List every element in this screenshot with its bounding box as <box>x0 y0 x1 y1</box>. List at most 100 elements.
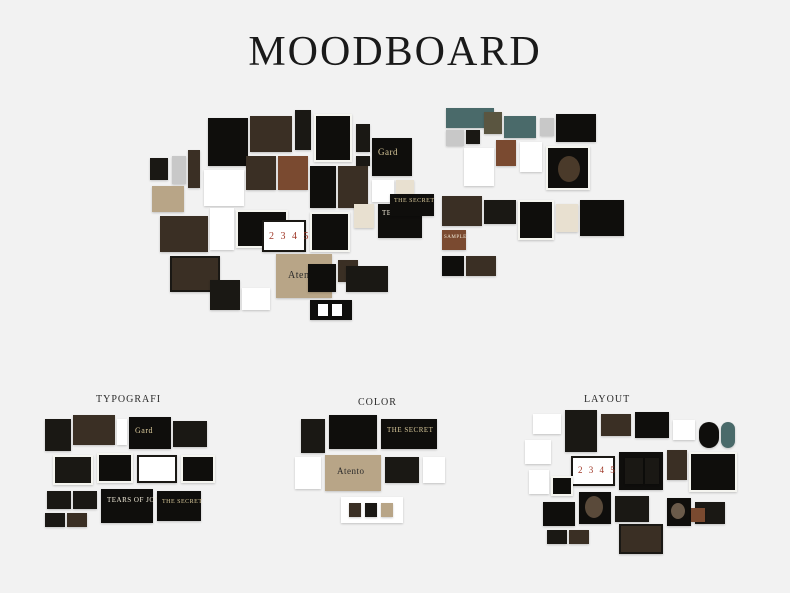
tile-label: Gard <box>135 427 153 436</box>
tile <box>466 130 480 144</box>
tile <box>310 166 336 208</box>
tile-secret: THE SECRET <box>157 491 201 521</box>
tile-text: TEARS OF JOY <box>107 497 160 505</box>
tile <box>540 118 554 136</box>
tile-text: SAMPLE <box>444 235 467 241</box>
tile <box>673 420 695 440</box>
tile <box>210 208 234 250</box>
tile <box>484 200 516 224</box>
tile <box>442 256 464 276</box>
tile <box>464 148 494 186</box>
tile <box>308 264 336 292</box>
tile <box>152 186 184 212</box>
oval <box>585 496 603 518</box>
tile-text: Atento <box>337 467 365 477</box>
tile <box>721 422 735 448</box>
layout-collage: 2 3 4 5 <box>525 410 745 560</box>
tile-sample: SAMPLE <box>442 230 466 250</box>
tile-secret: THE SECRET <box>390 194 434 216</box>
tile <box>691 508 705 522</box>
swatch <box>365 503 377 517</box>
tile <box>314 114 352 162</box>
tile-tears: TEARS OF JOY <box>101 489 153 523</box>
color-collage: THE SECRET Atento <box>295 415 465 535</box>
tile <box>569 530 589 544</box>
tile <box>525 440 551 464</box>
tile <box>338 166 368 208</box>
tile <box>547 530 567 544</box>
tile <box>504 116 536 138</box>
tile <box>67 513 87 527</box>
tile <box>341 497 403 523</box>
tile <box>181 455 215 483</box>
oval <box>558 156 580 182</box>
tile <box>97 453 133 483</box>
tile <box>619 524 663 554</box>
tile <box>295 457 321 489</box>
tile <box>556 114 596 142</box>
section-label-layout: LAYOUT <box>584 394 630 405</box>
swatch <box>349 503 361 517</box>
tile <box>250 116 292 152</box>
tile <box>551 476 573 496</box>
tile <box>635 412 669 438</box>
tile <box>45 513 65 527</box>
tile <box>173 421 207 447</box>
tile <box>466 256 496 276</box>
swatch <box>381 503 393 517</box>
tile <box>546 146 590 190</box>
tile <box>423 457 445 483</box>
tile <box>210 280 240 310</box>
tile <box>47 491 71 509</box>
tile <box>625 458 643 484</box>
tile <box>160 216 208 252</box>
tile <box>543 502 575 526</box>
tile <box>332 304 342 316</box>
tile-text: THE SECRET <box>162 499 203 506</box>
page-title: MOODBOARD <box>0 0 790 76</box>
tile <box>73 415 115 445</box>
main-moodboard-collage: Gard 2 3 4 5 TEARS OF JOY Atento THE SEC… <box>150 108 630 328</box>
tile <box>346 266 388 292</box>
tile <box>645 458 659 484</box>
tile <box>356 156 370 166</box>
tile <box>301 419 325 453</box>
tile <box>117 419 127 445</box>
tile <box>579 492 611 524</box>
tile <box>699 422 719 448</box>
tile-label: Gard <box>378 148 398 158</box>
tile: Gard <box>129 417 171 449</box>
tile <box>529 470 549 494</box>
tile <box>150 158 168 180</box>
tile <box>689 452 737 492</box>
tile <box>385 457 419 483</box>
tile <box>208 118 248 166</box>
tile <box>242 288 270 310</box>
tile <box>45 419 71 451</box>
tile <box>354 204 374 228</box>
tile-numbers-text: 2 3 4 5 <box>269 231 311 242</box>
tile <box>137 455 177 483</box>
tile <box>295 110 311 150</box>
tile <box>533 414 561 434</box>
tile <box>73 491 97 509</box>
tile <box>496 140 516 166</box>
tile <box>446 130 464 146</box>
tile: Gard <box>372 138 412 176</box>
tile <box>278 156 308 190</box>
tile-secret: THE SECRET <box>381 419 437 449</box>
tile-numbers-text: 2 3 4 5 <box>578 466 617 476</box>
section-label-typografi: TYPOGRAFI <box>96 394 161 405</box>
tile-numbers: 2 3 4 5 <box>262 220 306 252</box>
tile <box>601 414 631 436</box>
tile <box>204 170 244 206</box>
tile <box>188 150 200 188</box>
tile <box>318 304 328 316</box>
tile <box>520 142 542 172</box>
tile <box>667 450 687 480</box>
tile <box>442 196 482 226</box>
tile <box>356 124 370 152</box>
tile <box>310 300 352 320</box>
tile-text: THE SECRET <box>394 198 435 205</box>
tile <box>172 156 186 184</box>
